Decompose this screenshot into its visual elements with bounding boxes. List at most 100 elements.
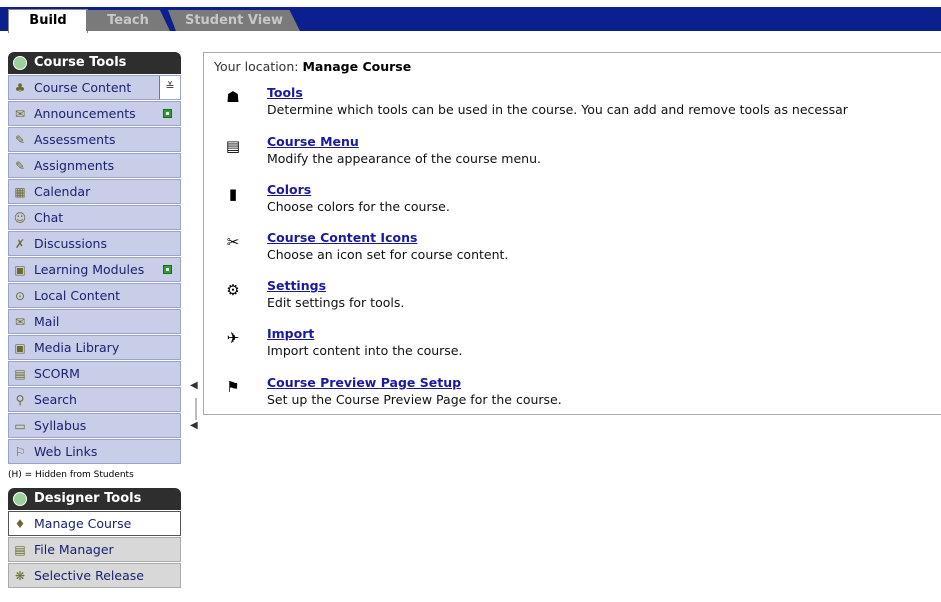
tab-teach[interactable]: Teach [86,10,170,31]
sidebar-item-learning-modules[interactable]: ▣ Learning Modules [8,257,181,282]
sidebar-item-label: Syllabus [34,418,87,433]
sidebar-item-label: Search [34,392,77,407]
main-panel: Your location: Manage Course ☗ Tools Deter… [203,52,941,415]
mail-icon: ✉ [14,315,26,329]
sidebar-item-label: SCORM [34,366,80,381]
tool-link[interactable]: Tools [267,85,303,100]
assignments-icon: ✎ [14,159,26,173]
tool-link[interactable]: Settings [267,278,326,293]
web-links-icon: ⚐ [14,445,26,459]
sidebar-item-syllabus[interactable]: ▭ Syllabus [8,413,181,438]
calendar-icon: ▦ [14,185,26,199]
tool-link[interactable]: Colors [267,182,311,197]
course-tools-title: Course Tools [34,55,127,70]
sidebar-item-label: Assessments [34,132,116,147]
designer-tools-header[interactable]: Designer Tools [8,488,181,510]
sidebar-item-label: Web Links [34,444,98,459]
tool-row: ⚙ Settings Edit settings for tools. [224,278,939,318]
manage-course-icon: ♦ [14,517,26,531]
selective-release-icon: ❋ [14,569,26,583]
chat-icon: ☺ [13,211,27,225]
course-tools-list: ♣ Course Content ≚ ✉ Announcements ✎ Assessmen… [8,75,181,464]
tool-description: Import content into the course. [267,343,463,358]
double-chevron-down-icon[interactable]: ≚ [159,76,180,99]
course-preview-icon: ⚑ [226,378,240,396]
colors-icon: ▮ [228,185,238,203]
settings-icon: ⚙ [226,281,240,299]
file-manager-icon: ▤ [14,543,26,557]
sidebar-item-chat[interactable]: ☺ Chat [8,205,181,230]
course-tools-header[interactable]: Course Tools [8,52,181,74]
sidebar-item-calendar[interactable]: ▦ Calendar [8,179,181,204]
tab-student-view[interactable]: Student View [168,10,300,31]
tool-description: Determine which tools can be used in the… [267,102,848,117]
collapse-left-arrow-icon[interactable]: ◀ [190,420,198,431]
hidden-note: (H) = Hidden from Students [8,470,134,480]
tool-row: ✂ Course Content Icons Choose an icon set … [224,230,939,270]
sidebar-item-label: Learning Modules [34,262,145,277]
location-value: Manage Course [302,59,412,74]
sidebar-item-label: File Manager [34,542,114,557]
sidebar-item-course-content[interactable]: ♣ Course Content ≚ [8,75,181,100]
sidebar-item-selective-release[interactable]: ❋ Selective Release [8,563,181,588]
tool-row: ✈ Import Import content into the course. [224,326,939,366]
splitter-handle[interactable] [195,398,197,420]
discussions-icon: ✗ [14,237,26,251]
sidebar-item-announcements[interactable]: ✉ Announcements [8,101,181,126]
location-label: Your location: [214,59,299,74]
tool-description: Edit settings for tools. [267,295,405,310]
sidebar-item-label: Discussions [34,236,107,251]
sidebar-item-media-library[interactable]: ▣ Media Library [8,335,181,360]
import-icon: ✈ [226,329,240,347]
tool-description: Modify the appearance of the course menu… [267,151,541,166]
collapse-left-arrow-icon[interactable]: ◀ [190,380,198,391]
sidebar-item-search[interactable]: ⚲ Search [8,387,181,412]
search-icon: ⚲ [15,393,25,407]
sidebar-item-web-links[interactable]: ⚐ Web Links [8,439,181,464]
local-content-icon: ⊙ [14,289,26,303]
tool-row: ⚑ Course Preview Page Setup Set up the Cou… [224,375,939,415]
tool-link[interactable]: Course Content Icons [267,230,417,245]
sidebar-splitter[interactable]: ◀ ◀ [190,380,202,440]
collapse-icon[interactable] [13,492,27,506]
course-content-icons-icon: ✂ [226,233,240,251]
sidebar-item-label: Selective Release [34,568,144,583]
add-icon[interactable] [163,265,172,274]
sidebar-item-label: Course Content [34,80,132,95]
tab-build[interactable]: Build [8,9,88,33]
sidebar-item-scorm[interactable]: ▤ SCORM [8,361,181,386]
tools-icon: ☗ [226,88,240,106]
scorm-icon: ▤ [14,367,26,381]
sidebar-item-discussions[interactable]: ✗ Discussions [8,231,181,256]
tool-description: Set up the Course Preview Page for the c… [267,392,562,407]
course-content-icon: ♣ [14,81,26,95]
sidebar-item-label: Local Content [34,288,121,303]
tool-row: ▤ Course Menu Modify the appearance of the… [224,134,939,174]
announcements-icon: ✉ [14,107,26,121]
sidebar-item-assignments[interactable]: ✎ Assignments [8,153,181,178]
designer-tools-list: ♦ Manage Course ▤ File Manager ❋ Selective Re… [8,511,181,588]
tool-row: ▮ Colors Choose colors for the course. [224,182,939,222]
sidebar-item-mail[interactable]: ✉ Mail [8,309,181,334]
top-tab-bar: Build Teach Student View [0,0,941,36]
tool-link[interactable]: Course Preview Page Setup [267,375,461,390]
sidebar-item-local-content[interactable]: ⊙ Local Content [8,283,181,308]
tool-link[interactable]: Import [267,326,314,341]
tool-link[interactable]: Course Menu [267,134,359,149]
tool-row: ☗ Tools Determine which tools can be used … [224,85,939,125]
tool-description: Choose an icon set for course content. [267,247,509,262]
sidebar-item-manage-course[interactable]: ♦ Manage Course [8,511,181,536]
breadcrumb: Your location: Manage Course [214,59,411,74]
add-icon[interactable] [163,109,172,118]
course-menu-icon: ▤ [225,137,241,155]
tool-description: Choose colors for the course. [267,199,450,214]
sidebar-item-file-manager[interactable]: ▤ File Manager [8,537,181,562]
designer-tools-title: Designer Tools [34,491,142,506]
sidebar-item-assessments[interactable]: ✎ Assessments [8,127,181,152]
media-library-icon: ▣ [14,341,26,355]
sidebar-item-label: Chat [34,210,64,225]
sidebar-item-label: Mail [34,314,60,329]
sidebar-item-label: Assignments [34,158,115,173]
assessments-icon: ✎ [14,133,26,147]
collapse-icon[interactable] [13,56,27,70]
